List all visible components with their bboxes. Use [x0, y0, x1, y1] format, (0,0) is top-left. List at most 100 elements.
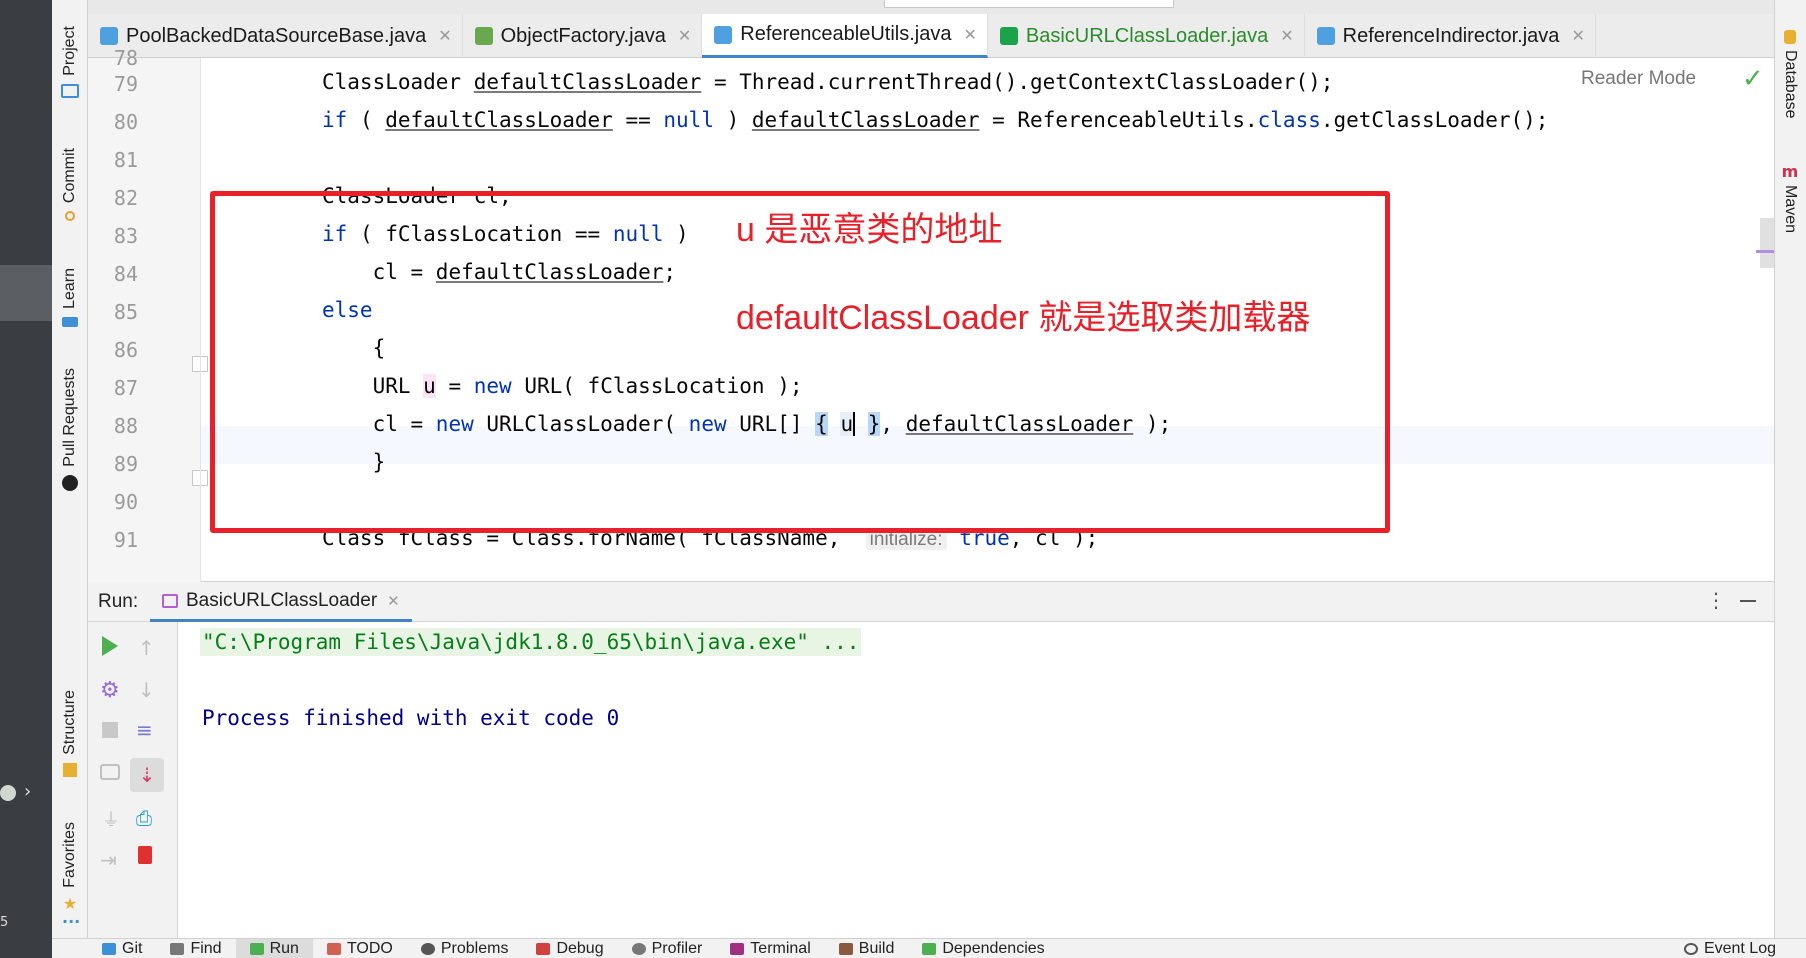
run-config-tab[interactable]: BasicURLClassLoader ✕: [150, 582, 412, 622]
database-icon: [1784, 30, 1796, 44]
desktop-highlight: [0, 265, 52, 321]
tool-tab-learn[interactable]: Learn: [52, 268, 88, 327]
bottom-tab-label: Terminal: [750, 939, 811, 957]
desktop-strip: › 5: [0, 0, 52, 958]
line-number-gutter: 78 79 80 81 82 83 84 85 86 87 88 89 90 9…: [88, 46, 208, 582]
wechat-icon[interactable]: [0, 785, 16, 801]
bottom-tab-problems[interactable]: Problems: [407, 939, 523, 958]
tab-reference-indirector[interactable]: ReferenceIndirector.java ✕: [1305, 14, 1596, 58]
close-icon[interactable]: ✕: [678, 26, 691, 46]
run-config-name: BasicURLClassLoader: [186, 589, 378, 611]
code-editor[interactable]: 78 79 80 81 82 83 84 85 86 87 88 89 90 9…: [88, 46, 1774, 582]
close-icon[interactable]: ✕: [963, 25, 976, 45]
bottom-tab-run[interactable]: Run: [235, 938, 313, 958]
close-icon[interactable]: ✕: [438, 26, 451, 46]
print-icon[interactable]: ⎙: [136, 806, 152, 830]
tab-referenceable-utils[interactable]: ReferenceableUtils.java ✕: [702, 14, 988, 58]
left-tool-window-bar: Project Commit Learn Pull Requests Struc…: [52, 0, 88, 938]
line-number: 88: [113, 414, 138, 438]
bottom-tab-debug[interactable]: Debug: [522, 939, 617, 958]
plug-icon[interactable]: ⏚: [102, 806, 120, 832]
event-log-button[interactable]: Event Log: [1670, 939, 1790, 958]
search-box-edge[interactable]: [884, 0, 1174, 8]
line-number: 90: [113, 490, 138, 514]
more-tools-icon[interactable]: ···: [62, 912, 80, 931]
bottom-tab-label: Dependencies: [942, 939, 1045, 957]
exit-icon[interactable]: ⇥: [100, 848, 117, 872]
scroll-to-end-icon[interactable]: ⇣: [130, 758, 164, 792]
gutter-divider: [200, 58, 201, 582]
inspection-ok-icon[interactable]: ✓: [1742, 64, 1764, 94]
tab-pool-backed-data-source-base[interactable]: PoolBackedDataSourceBase.java ✕: [88, 14, 463, 58]
commit-icon: [65, 211, 75, 222]
bottom-tab-todo[interactable]: TODO: [313, 939, 407, 958]
tab-object-factory[interactable]: ObjectFactory.java ✕: [463, 14, 703, 58]
line-number: 83: [113, 224, 138, 248]
bottom-tab-label: Run: [269, 939, 299, 957]
bottom-tab-dependencies[interactable]: Dependencies: [908, 939, 1058, 958]
line-number: 79: [113, 72, 138, 96]
tab-label: ObjectFactory.java: [500, 24, 666, 47]
tool-tab-database[interactable]: Database: [1781, 30, 1799, 119]
line-number: 81: [113, 148, 138, 172]
close-icon[interactable]: ✕: [387, 592, 400, 610]
more-options-icon[interactable]: ⋮: [1706, 588, 1726, 612]
tool-tab-pull-requests[interactable]: Pull Requests: [52, 368, 88, 491]
bottom-tab-git[interactable]: Git: [88, 939, 156, 958]
tool-tab-maven[interactable]: m Maven: [1781, 162, 1799, 233]
reader-mode-toggle[interactable]: Reader Mode: [1581, 68, 1696, 90]
close-icon[interactable]: ✕: [1571, 26, 1584, 46]
annotation-u-note: u 是恶意类的地址: [736, 211, 1003, 249]
tab-basic-url-class-loader[interactable]: BasicURLClassLoader.java ✕: [988, 14, 1305, 58]
run-label: Run:: [98, 591, 139, 612]
line-number: 80: [113, 110, 138, 134]
structure-icon: [63, 762, 77, 777]
rerun-icon[interactable]: [102, 636, 118, 656]
annotation-loader-note: defaultClassLoader 就是选取类加载器: [736, 299, 1311, 337]
settings-gear-icon[interactable]: ⚙: [100, 678, 120, 703]
camera-icon[interactable]: [100, 764, 120, 780]
java-class-icon: [100, 27, 118, 45]
code-line-79: ClassLoader defaultClassLoader = Thread.…: [322, 70, 1334, 94]
tool-tab-project-label: Project: [61, 26, 78, 76]
soft-wrap-icon[interactable]: ≡: [136, 718, 153, 742]
bottom-tab-profiler[interactable]: Profiler: [618, 939, 717, 958]
line-number: 89: [113, 452, 138, 476]
interface-icon: [474, 27, 493, 45]
bottom-tab-terminal[interactable]: Terminal: [716, 939, 824, 958]
java-class-icon: [1316, 27, 1335, 45]
trash-icon[interactable]: [138, 846, 152, 864]
tool-tab-maven-label: Maven: [1782, 185, 1799, 234]
git-icon: [102, 942, 116, 955]
line-number: 91: [113, 528, 138, 552]
tool-tab-database-label: Database: [1782, 50, 1799, 119]
line-number: 85: [113, 300, 138, 324]
terminal-icon: [730, 942, 745, 955]
bottom-tab-find[interactable]: Find: [156, 939, 235, 958]
java-class-icon: [714, 25, 733, 44]
error-stripe-marker[interactable]: [1756, 250, 1774, 253]
tool-tab-project[interactable]: Project: [52, 26, 88, 98]
line-number: 78: [113, 46, 138, 70]
tool-tab-structure[interactable]: Structure: [52, 690, 88, 777]
title-bar-edge: [88, 0, 1774, 14]
run-icon: [249, 942, 264, 955]
close-icon[interactable]: ✕: [1280, 26, 1293, 46]
tool-tab-favorites[interactable]: Favorites ★: [52, 822, 88, 913]
star-icon: ★: [62, 893, 78, 913]
arrow-down-icon[interactable]: ↓: [138, 678, 155, 702]
event-log-label: Event Log: [1703, 939, 1776, 957]
stop-icon[interactable]: [102, 722, 118, 738]
minimize-icon[interactable]: [1740, 600, 1756, 602]
profiler-icon: [631, 942, 646, 955]
tool-tab-commit[interactable]: Commit: [52, 148, 88, 222]
console-output[interactable]: "C:\Program Files\Java\jdk1.8.0_65\bin\j…: [178, 622, 1774, 938]
bottom-tab-build[interactable]: Build: [825, 939, 909, 958]
chevron-right-icon[interactable]: ›: [24, 781, 31, 802]
bottom-tab-label: Build: [858, 939, 895, 957]
desktop-edge-digit: 5: [0, 915, 9, 930]
editor-scrollbar[interactable]: [1760, 218, 1774, 268]
arrow-up-icon[interactable]: ↑: [138, 636, 155, 660]
event-log-icon: [1683, 942, 1698, 955]
monitor-icon: [61, 83, 79, 98]
